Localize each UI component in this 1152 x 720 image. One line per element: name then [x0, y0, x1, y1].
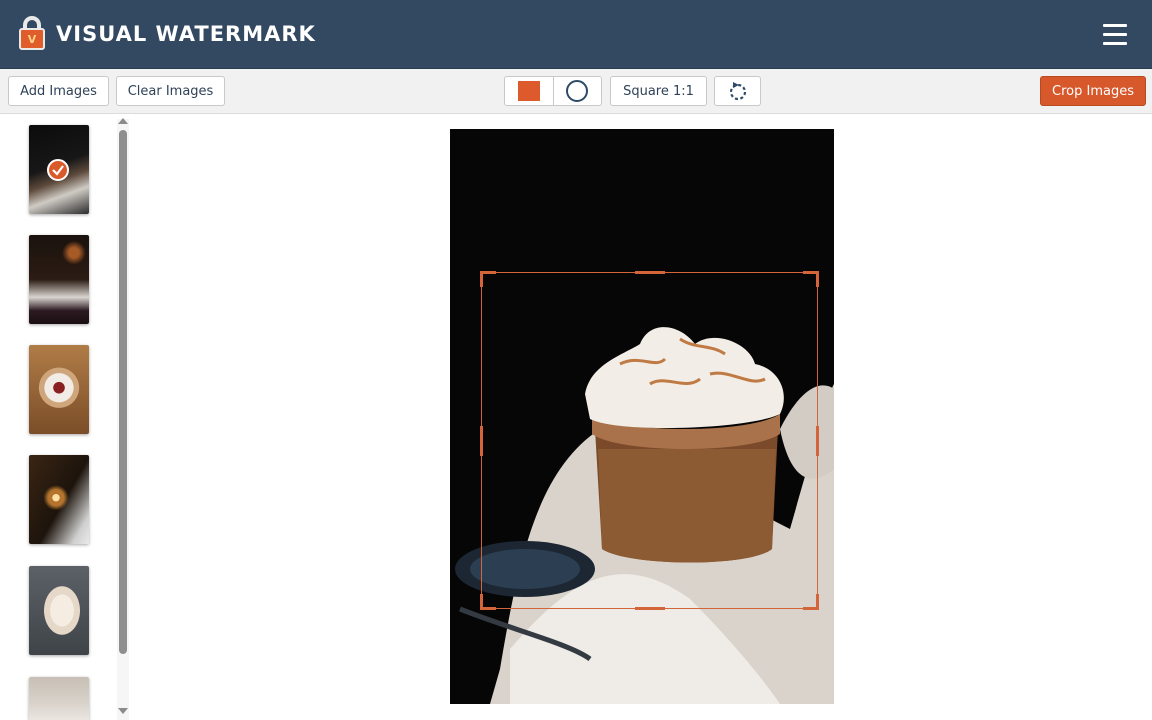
- square-shape-icon: [517, 81, 540, 101]
- scroll-down-arrow-icon[interactable]: [118, 708, 128, 714]
- crop-handle-top-left[interactable]: [480, 271, 483, 287]
- scroll-up-arrow-icon[interactable]: [118, 118, 128, 124]
- crop-handle-right[interactable]: [816, 426, 819, 456]
- clear-images-button[interactable]: Clear Images: [116, 76, 225, 106]
- crop-handle-bottom-right[interactable]: [816, 594, 819, 610]
- scrollbar-thumb[interactable]: [119, 130, 127, 654]
- app-header: V VISUAL WATERMARK: [0, 0, 1152, 69]
- thumbnail-image[interactable]: [29, 125, 89, 214]
- crop-handle-top[interactable]: [635, 271, 665, 274]
- aspect-ratio-dropdown[interactable]: Square 1:1: [610, 76, 707, 106]
- crop-handle-top-right[interactable]: [816, 271, 819, 287]
- thumbnail-image[interactable]: [29, 235, 89, 324]
- crop-shape-selector: [504, 76, 602, 106]
- circle-shape-button[interactable]: [552, 77, 601, 105]
- rotate-icon: [729, 82, 746, 101]
- padlock-logo-icon: V: [16, 16, 48, 50]
- crop-selection-box[interactable]: [480, 271, 819, 610]
- crop-handle-bottom[interactable]: [635, 607, 665, 610]
- image-canvas[interactable]: [450, 129, 834, 704]
- rotate-button[interactable]: [714, 76, 761, 106]
- crop-images-button[interactable]: Crop Images: [1040, 76, 1146, 106]
- circle-shape-icon: [566, 80, 589, 102]
- add-images-button[interactable]: Add Images: [8, 76, 109, 106]
- hamburger-menu-icon[interactable]: [1103, 24, 1127, 46]
- thumbnail-image[interactable]: [29, 677, 89, 720]
- toolbar: Add Images Clear Images Square 1:1 Crop …: [0, 69, 1152, 114]
- app-title: VISUAL WATERMARK: [56, 22, 316, 46]
- selected-check-icon: [47, 159, 69, 181]
- crop-handle-bottom-left[interactable]: [480, 594, 483, 610]
- thumbnail-image[interactable]: [29, 345, 89, 434]
- crop-handle-left[interactable]: [480, 426, 483, 456]
- thumbnail-image[interactable]: [29, 566, 89, 655]
- thumbnail-image[interactable]: [29, 455, 89, 544]
- square-shape-button[interactable]: [505, 77, 553, 105]
